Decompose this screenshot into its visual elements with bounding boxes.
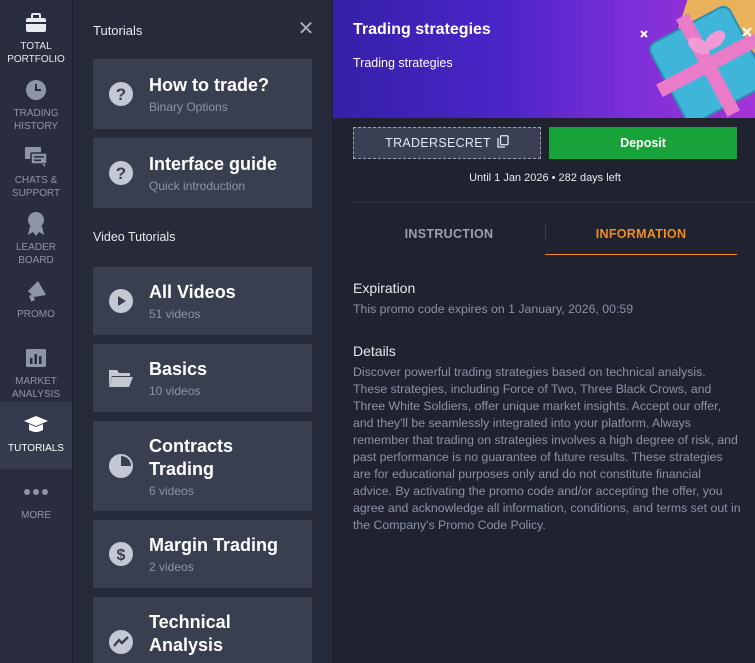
- nav-label: TUTORIALS: [8, 443, 64, 454]
- expiration-text: This promo code expires on 1 January, 20…: [353, 302, 634, 316]
- clock-icon: [23, 77, 49, 103]
- card-title: Basics: [149, 359, 208, 379]
- details-heading: Details: [353, 343, 396, 359]
- more-dots-icon: [23, 479, 49, 505]
- card-subtitle: Binary Options: [149, 100, 228, 114]
- deposit-button[interactable]: Deposit: [549, 127, 737, 159]
- nav-item-trading-history[interactable]: TRADING HISTORY: [0, 67, 72, 134]
- nav-item-chats-support[interactable]: CHATS & SUPPORT: [0, 134, 72, 201]
- medal-icon: [23, 211, 49, 237]
- nav-label: LEADER BOARD: [15, 242, 56, 266]
- card-title: Technical Analysis: [149, 612, 231, 655]
- nav-label: PROMO: [17, 309, 55, 320]
- tutorial-card-technical-analysis[interactable]: Technical Analysis: [93, 597, 312, 663]
- play-icon: [93, 288, 149, 314]
- promo-code-box[interactable]: TRADERSECRET: [353, 127, 541, 159]
- tab-divider: [545, 223, 546, 241]
- card-subtitle: 6 videos: [149, 483, 194, 498]
- nav-item-promo[interactable]: PROMO: [0, 268, 72, 335]
- chart-bar-icon: [23, 345, 49, 371]
- banner-title: Trading strategies: [353, 21, 491, 38]
- trend-icon: [93, 611, 149, 655]
- promo-tabs: INSTRUCTION INFORMATION: [353, 213, 737, 255]
- nav-label: CHATS & SUPPORT: [11, 175, 61, 199]
- promo-validity: Until 1 Jan 2026 • 282 days left: [469, 172, 621, 184]
- card-title: Margin Trading: [149, 535, 279, 555]
- tab-instruction[interactable]: INSTRUCTION: [353, 213, 545, 255]
- graduation-cap-icon: [23, 412, 49, 438]
- expiration-heading: Expiration: [353, 280, 416, 296]
- nav-item-more[interactable]: MORE: [0, 469, 72, 536]
- tutorial-card-basics[interactable]: Basics 10 videos: [93, 344, 312, 412]
- briefcase-icon: [23, 10, 49, 36]
- chat-icon: [23, 144, 49, 170]
- card-subtitle: 51 videos: [149, 307, 201, 321]
- question-icon: ?: [93, 160, 149, 186]
- tutorial-card-margin-trading[interactable]: $ Margin Trading 2 videos: [93, 520, 312, 588]
- divider: [353, 202, 755, 203]
- tab-information[interactable]: INFORMATION: [545, 213, 737, 255]
- folder-icon: [93, 367, 149, 389]
- card-title: Contracts Trading: [149, 435, 234, 479]
- card-title: Interface guide: [149, 154, 278, 174]
- card-title: All Videos: [149, 282, 236, 302]
- panel-title: Tutorials: [93, 23, 143, 38]
- nav-item-total-portfolio[interactable]: TOTAL PORTFOLIO: [0, 0, 72, 67]
- nav-label: TOTAL PORTFOLIO: [7, 41, 65, 65]
- app-root: TOTAL PORTFOLIO TRADING HISTORY CHATS & …: [0, 0, 755, 663]
- card-subtitle: Quick introduction: [149, 179, 246, 193]
- nav-item-market-analysis[interactable]: MARKET ANALYSIS: [0, 335, 72, 402]
- tutorial-card-interface-guide[interactable]: ? Interface guide Quick introduction: [93, 138, 312, 208]
- nav-label: TRADING HISTORY: [13, 108, 59, 132]
- gift-illustration: [640, 0, 755, 118]
- tutorial-card-all-videos[interactable]: All Videos 51 videos: [93, 267, 312, 335]
- tutorial-card-how-to-trade[interactable]: ? How to trade? Binary Options: [93, 59, 312, 129]
- nav-label: MORE: [21, 510, 51, 521]
- close-icon[interactable]: ✕: [297, 19, 315, 39]
- dollar-icon: $: [93, 541, 149, 567]
- nav-item-leader-board[interactable]: LEADER BOARD: [0, 201, 72, 268]
- svg-text:$: $: [117, 547, 126, 564]
- pie-icon: [93, 453, 149, 479]
- nav-item-tutorials[interactable]: TUTORIALS: [0, 402, 72, 469]
- card-subtitle: 2 videos: [149, 560, 194, 574]
- svg-text:?: ?: [116, 85, 126, 104]
- nav-label: MARKET ANALYSIS: [11, 376, 61, 400]
- card-subtitle: 10 videos: [149, 384, 201, 398]
- megaphone-icon: [23, 278, 49, 304]
- card-title: How to trade?: [149, 75, 269, 95]
- question-icon: ?: [93, 81, 149, 107]
- details-text: Discover powerful trading strategies bas…: [353, 365, 741, 532]
- section-label: Video Tutorials: [93, 230, 176, 244]
- banner-subtitle: Trading strategies: [353, 56, 453, 70]
- tutorial-card-contracts-trading[interactable]: Contracts Trading 6 videos: [93, 421, 312, 511]
- svg-text:?: ?: [116, 164, 126, 183]
- promo-code: TRADERSECRET: [385, 136, 491, 150]
- promo-banner: Trading strategies Trading strategies: [333, 0, 755, 118]
- copy-icon[interactable]: [497, 135, 509, 151]
- promo-panel: Trading strategies Trading strategies TR…: [333, 0, 755, 663]
- tutorials-panel: Tutorials ✕ ? How to trade? Binary Optio…: [72, 0, 333, 663]
- left-nav: TOTAL PORTFOLIO TRADING HISTORY CHATS & …: [0, 0, 72, 663]
